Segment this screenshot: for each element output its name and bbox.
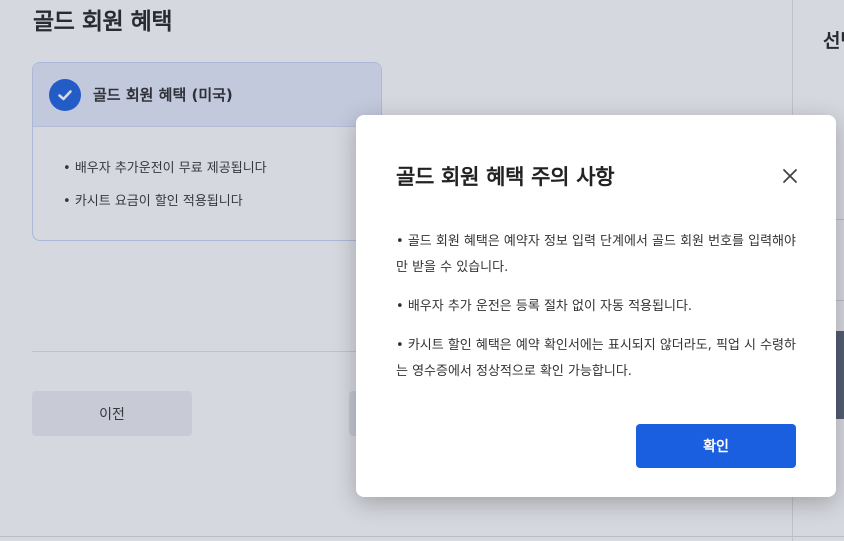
modal-note: 배우자 추가 운전은 등록 절차 없이 자동 적용됩니다. [396,294,796,320]
modal-note: 카시트 할인 혜택은 예약 확인서에는 표시되지 않더라도, 픽업 시 수령하는… [396,333,796,385]
close-button[interactable] [778,164,802,188]
close-icon [783,169,797,183]
modal-notes: 골드 회원 혜택은 예약자 정보 입력 단계에서 골드 회원 번호를 입력해야만… [396,229,796,398]
modal-title: 골드 회원 혜택 주의 사항 [396,165,615,189]
notice-modal: 골드 회원 혜택 주의 사항 골드 회원 혜택은 예약자 정보 입력 단계에서 … [356,115,836,497]
modal-note: 골드 회원 혜택은 예약자 정보 입력 단계에서 골드 회원 번호를 입력해야만… [396,229,796,281]
confirm-button[interactable]: 확인 [636,424,796,468]
